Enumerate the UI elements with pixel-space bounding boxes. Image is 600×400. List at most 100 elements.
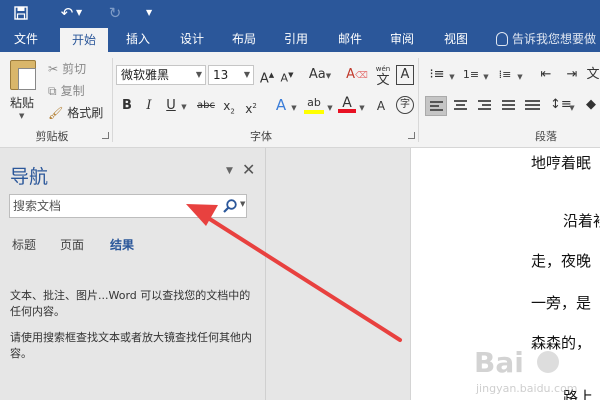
multilevel-list-icon[interactable]: ⁞≡ [494,66,516,84]
clear-formatting-icon[interactable]: A⌫ [346,66,368,85]
font-name-value: 微软雅黑 [121,68,170,82]
font-size-combo[interactable]: 13 ▼ [208,65,254,85]
multilevel-dropdown-icon[interactable]: ▼ [516,68,524,86]
document-page[interactable]: 地哼着眠 沿着衫 走，夜晚 一旁，是 森森的， 路上 [410,148,600,400]
shrink-font-icon[interactable]: A▼ [278,66,296,88]
undo-icon[interactable]: ↶ [56,2,78,24]
nav-hint-message: 请使用搜索框查找文本或者放大镜查找任何其他内容。 [10,331,252,360]
phonetic-guide-icon[interactable]: wén 文 [374,66,392,90]
tab-view[interactable]: 视图 [434,26,478,52]
save-icon[interactable] [10,2,32,24]
search-input[interactable] [13,197,213,215]
paste-sheet-icon [18,68,36,90]
copy-icon: ⧉ [48,84,57,98]
format-painter-icon: 🖌 [48,106,64,120]
numbering-dropdown-icon[interactable]: ▼ [482,68,490,86]
change-case-icon[interactable]: Aa▼ [306,66,334,85]
underline-icon[interactable]: U [164,97,178,115]
undo-dropdown-icon[interactable]: ▼ [76,2,82,24]
paragraph-group-label: 段落 [535,130,557,143]
tell-me-text: 告诉我您想要做 [512,32,597,46]
subscript-icon[interactable]: x2 [220,97,238,120]
paste-label: 粘贴 [10,96,35,110]
redo-icon[interactable]: ↻ [104,2,126,24]
align-center-button[interactable] [450,96,472,116]
chinese-layout-icon[interactable]: 文 [586,66,600,84]
chevron-down-icon: ▼ [243,70,250,79]
bullets-icon[interactable]: ⁝≡ [426,66,448,84]
group-divider [112,58,113,142]
title-bar: ↶ ▼ ↻ ▼ [0,0,600,26]
ribbon-home: 粘贴 ▼ ✂ 剪切 ⧉ 复制 🖌 格式刷 剪贴板 微软雅黑 ▼ 13 ▼ A▲ A▼ Aa… [0,52,600,148]
nav-options-icon[interactable]: ▼ [226,166,233,176]
tab-insert[interactable]: 插入 [116,26,160,52]
tab-review[interactable]: 审阅 [380,26,424,52]
character-shading-icon[interactable]: A [372,97,390,115]
tell-me-search[interactable]: 告诉我您想要做 [496,26,596,52]
tab-references[interactable]: 引用 [274,26,318,52]
copy-label: 复制 [60,84,85,98]
italic-icon[interactable]: I [142,97,156,115]
close-icon[interactable]: ✕ [242,160,255,179]
underline-dropdown-icon[interactable]: ▼ [180,98,188,116]
chevron-down-icon: ▼ [195,70,202,79]
group-divider [418,58,419,142]
nav-tab-results[interactable]: 结果 [110,236,134,253]
grow-font-icon[interactable]: A▲ [258,66,276,88]
line-spacing-dropdown-icon[interactable]: ▼ [568,99,576,117]
scissors-icon: ✂ [48,62,59,76]
search-icon[interactable] [222,198,238,214]
tab-layout[interactable]: 布局 [222,26,266,52]
clipboard-group-label: 剪贴板 [35,130,69,143]
doc-line: 森森的， [531,334,592,352]
bold-icon[interactable]: B [120,97,134,115]
navigation-pane: 导航 ▼ ✕ ▼ 标题 页面 结果 文本、批注、图片...Word 可以查找您的… [0,148,266,400]
text-effects-dropdown-icon[interactable]: ▼ [290,99,298,117]
shading-icon[interactable]: ◆ [582,96,600,114]
line-spacing-icon[interactable]: ↕≡ [550,96,572,114]
cut-label: 剪切 [62,62,87,76]
nav-tab-headings[interactable]: 标题 [12,236,36,253]
highlight-color-icon[interactable]: ab [304,94,324,114]
tab-home[interactable]: 开始 [60,28,108,52]
search-box[interactable]: ▼ [9,194,247,218]
doc-line: 一旁，是 [531,294,592,312]
font-name-combo[interactable]: 微软雅黑 ▼ [116,65,206,85]
numbering-icon[interactable]: 1≡ [460,66,482,84]
tab-mailings[interactable]: 邮件 [328,26,372,52]
character-border-icon[interactable]: A [396,65,414,85]
highlight-dropdown-icon[interactable]: ▼ [326,99,334,117]
document-gutter [266,148,410,400]
nav-tab-pages[interactable]: 页面 [60,236,84,253]
font-color-dropdown-icon[interactable]: ▼ [358,99,366,117]
font-color-icon[interactable]: A [338,94,356,113]
doc-line: 走，夜晚 [531,252,592,270]
customize-quick-access-icon[interactable]: ▼ [146,2,152,24]
distributed-button[interactable] [522,96,544,116]
format-painter-button[interactable]: 🖌 格式刷 [48,104,103,121]
align-right-button[interactable] [474,96,496,116]
search-dropdown-icon[interactable]: ▼ [240,200,245,208]
justify-button[interactable] [498,96,520,116]
font-size-value: 13 [213,68,229,82]
doc-line: 沿着衫 [563,212,600,230]
decrease-indent-icon[interactable]: ⇤ [536,66,556,84]
font-launcher-icon[interactable] [408,132,415,139]
clipboard-launcher-icon[interactable] [102,132,109,139]
ribbon-tab-bar: 文件 开始 插入 设计 布局 引用 邮件 审阅 视图 告诉我您想要做 [0,26,600,52]
superscript-icon[interactable]: x2 [242,97,260,118]
format-painter-label: 格式刷 [67,106,104,120]
text-effects-icon[interactable]: A [272,96,290,114]
increase-indent-icon[interactable]: ⇥ [562,66,582,84]
align-left-button[interactable] [425,96,447,116]
copy-button[interactable]: ⧉ 复制 [48,82,85,99]
tab-design[interactable]: 设计 [170,26,214,52]
bullets-dropdown-icon[interactable]: ▼ [448,68,456,86]
enclose-characters-icon[interactable]: 字 [396,96,414,114]
strikethrough-icon[interactable]: abc [196,97,216,115]
font-group-label: 字体 [250,130,272,143]
paste-dropdown-icon[interactable]: ▼ [19,112,24,120]
tab-file[interactable]: 文件 [0,26,52,52]
cut-button[interactable]: ✂ 剪切 [48,60,86,77]
doc-line: 地哼着眠 [531,154,592,172]
